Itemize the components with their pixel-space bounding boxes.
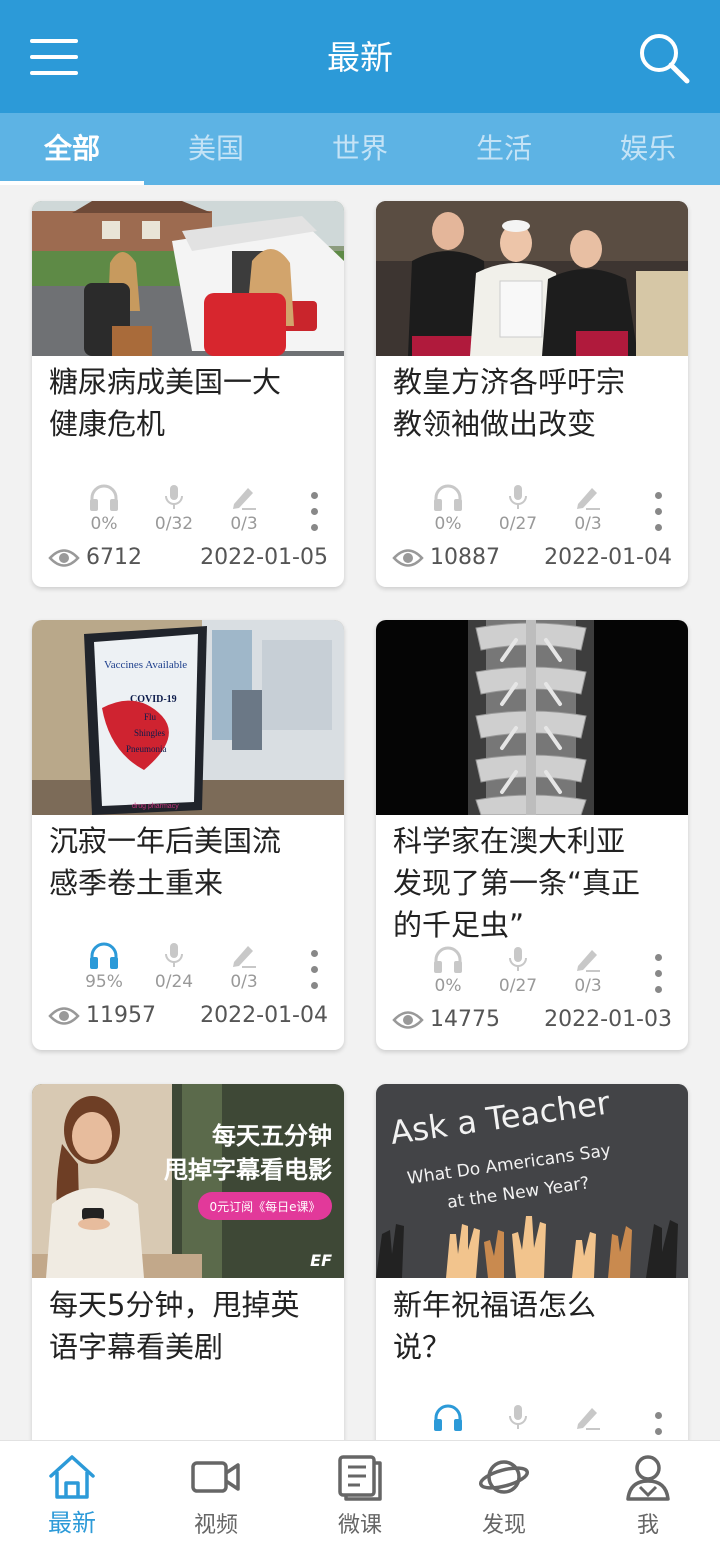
page-title: 最新	[327, 38, 393, 77]
nav-latest[interactable]: 最新	[0, 1441, 144, 1552]
article-title: 科学家在澳大利亚 发现了第一条“真正 的千足虫”	[393, 824, 641, 942]
article-thumbnail: Vaccines Available COVID-19 Flu Shingles…	[32, 620, 344, 815]
eye-icon	[392, 549, 424, 567]
tab-entertainment[interactable]: 娱乐	[576, 113, 720, 185]
pencil-icon	[577, 1408, 600, 1430]
headphones-icon	[90, 942, 118, 969]
search-button[interactable]	[636, 30, 692, 86]
video-camera-icon	[191, 1461, 240, 1493]
article-thumbnail	[376, 201, 688, 356]
article-thumbnail	[32, 201, 344, 356]
eye-icon	[392, 1011, 424, 1029]
more-options-button[interactable]	[304, 948, 324, 992]
speak-progress[interactable]: 0/27	[488, 482, 548, 534]
microphone-icon	[509, 485, 527, 509]
listen-progress[interactable]: 0%	[418, 944, 478, 996]
view-count: 6712	[48, 544, 142, 572]
speak-progress[interactable]: 0/32	[144, 482, 204, 534]
write-progress[interactable]: 0/3	[214, 940, 274, 992]
microphone-icon	[165, 943, 183, 967]
write-progress[interactable]: 0/3	[214, 482, 274, 534]
more-options-button[interactable]	[648, 952, 668, 996]
planet-icon	[478, 1460, 530, 1494]
publish-date: 2022-01-03	[544, 1007, 672, 1032]
article-title: 糖尿病成美国一大 健康危机	[49, 365, 282, 441]
write-progress[interactable]: 0/3	[558, 482, 618, 534]
article-title: 新年祝福语怎么 说？	[393, 1288, 597, 1364]
nav-video[interactable]: 视频	[144, 1441, 288, 1552]
svg-text:EF: EF	[310, 1251, 332, 1270]
microphone-icon	[165, 485, 183, 509]
article-title: 教皇方济各呼吁宗 教领袖做出改变	[393, 365, 626, 441]
eye-icon	[48, 1007, 80, 1025]
home-icon	[49, 1455, 95, 1499]
article-card[interactable]: 教皇方济各呼吁宗 教领袖做出改变 0% 0/27 0/3 10887 2022-…	[376, 201, 688, 587]
headphones-icon	[90, 484, 118, 511]
view-count: 14775	[392, 1006, 500, 1034]
book-icon	[338, 1455, 382, 1501]
publish-date: 2022-01-04	[544, 545, 672, 570]
pencil-icon	[233, 488, 256, 510]
eye-icon	[48, 549, 80, 567]
search-icon	[640, 34, 690, 84]
bottom-navigation: 最新 视频 微课 发现 我	[0, 1440, 720, 1552]
article-thumbnail	[376, 620, 688, 815]
app-header: 最新	[0, 0, 720, 113]
article-card[interactable]: 科学家在澳大利亚 发现了第一条“真正 的千足虫” 0% 0/27 0/3 147…	[376, 620, 688, 1050]
publish-date: 2022-01-05	[200, 545, 328, 570]
more-options-button[interactable]	[304, 490, 324, 534]
svg-text:Pneumonia: Pneumonia	[126, 744, 167, 754]
svg-text:甩掉字幕看电影: 甩掉字幕看电影	[164, 1156, 332, 1184]
speak-progress[interactable]: 0/27	[488, 944, 548, 996]
tab-all[interactable]: 全部	[0, 113, 144, 185]
article-thumbnail: 每天五分钟 甩掉字幕看电影 0元订阅《每日e课》 EF	[32, 1084, 344, 1278]
svg-text:0元订阅《每日e课》: 0元订阅《每日e课》	[209, 1199, 320, 1214]
speak-progress[interactable]	[488, 1402, 548, 1434]
headphones-icon	[434, 484, 462, 511]
nav-micro-course[interactable]: 微课	[288, 1441, 432, 1552]
svg-text:Shingles: Shingles	[134, 728, 166, 738]
publish-date: 2022-01-04	[200, 1003, 328, 1028]
write-progress[interactable]	[558, 1402, 618, 1434]
nav-me[interactable]: 我	[576, 1441, 720, 1552]
microphone-icon	[509, 1405, 527, 1429]
article-card[interactable]: Vaccines Available COVID-19 Flu Shingles…	[32, 620, 344, 1050]
svg-text:drug pharmacy: drug pharmacy	[132, 803, 179, 810]
view-count: 11957	[48, 1002, 156, 1030]
listen-progress[interactable]: 95%	[74, 940, 134, 992]
pencil-icon	[233, 946, 256, 968]
article-title: 沉寂一年后美国流 感季卷土重来	[49, 824, 282, 900]
listen-progress[interactable]: 0%	[418, 482, 478, 534]
category-tabs: 全部 美国 世界 生活 娱乐	[0, 113, 720, 185]
article-thumbnail: Ask a Teacher What Do Americans Say at t…	[376, 1084, 688, 1278]
view-count: 10887	[392, 544, 500, 572]
article-card[interactable]: 糖尿病成美国一大 健康危机 0% 0/32 0/3 6712 2022-01-0…	[32, 201, 344, 587]
speak-progress[interactable]: 0/24	[144, 940, 204, 992]
svg-text:每天五分钟: 每天五分钟	[212, 1122, 332, 1150]
headphones-icon	[434, 946, 462, 973]
listen-progress[interactable]	[418, 1402, 478, 1434]
tab-life[interactable]: 生活	[432, 113, 576, 185]
user-icon	[626, 1455, 670, 1501]
svg-text:Flu: Flu	[144, 712, 157, 722]
pencil-icon	[577, 950, 600, 972]
write-progress[interactable]: 0/3	[558, 944, 618, 996]
more-options-button[interactable]	[648, 490, 668, 534]
pencil-icon	[577, 488, 600, 510]
headphones-icon	[434, 1404, 462, 1431]
svg-text:Vaccines Available: Vaccines Available	[104, 659, 187, 671]
microphone-icon	[509, 947, 527, 971]
listen-progress[interactable]: 0%	[74, 482, 134, 534]
tab-usa[interactable]: 美国	[144, 113, 288, 185]
tab-world[interactable]: 世界	[288, 113, 432, 185]
nav-discover[interactable]: 发现	[432, 1441, 576, 1552]
article-title: 每天5分钟，甩掉英 语字幕看美剧	[49, 1288, 300, 1364]
